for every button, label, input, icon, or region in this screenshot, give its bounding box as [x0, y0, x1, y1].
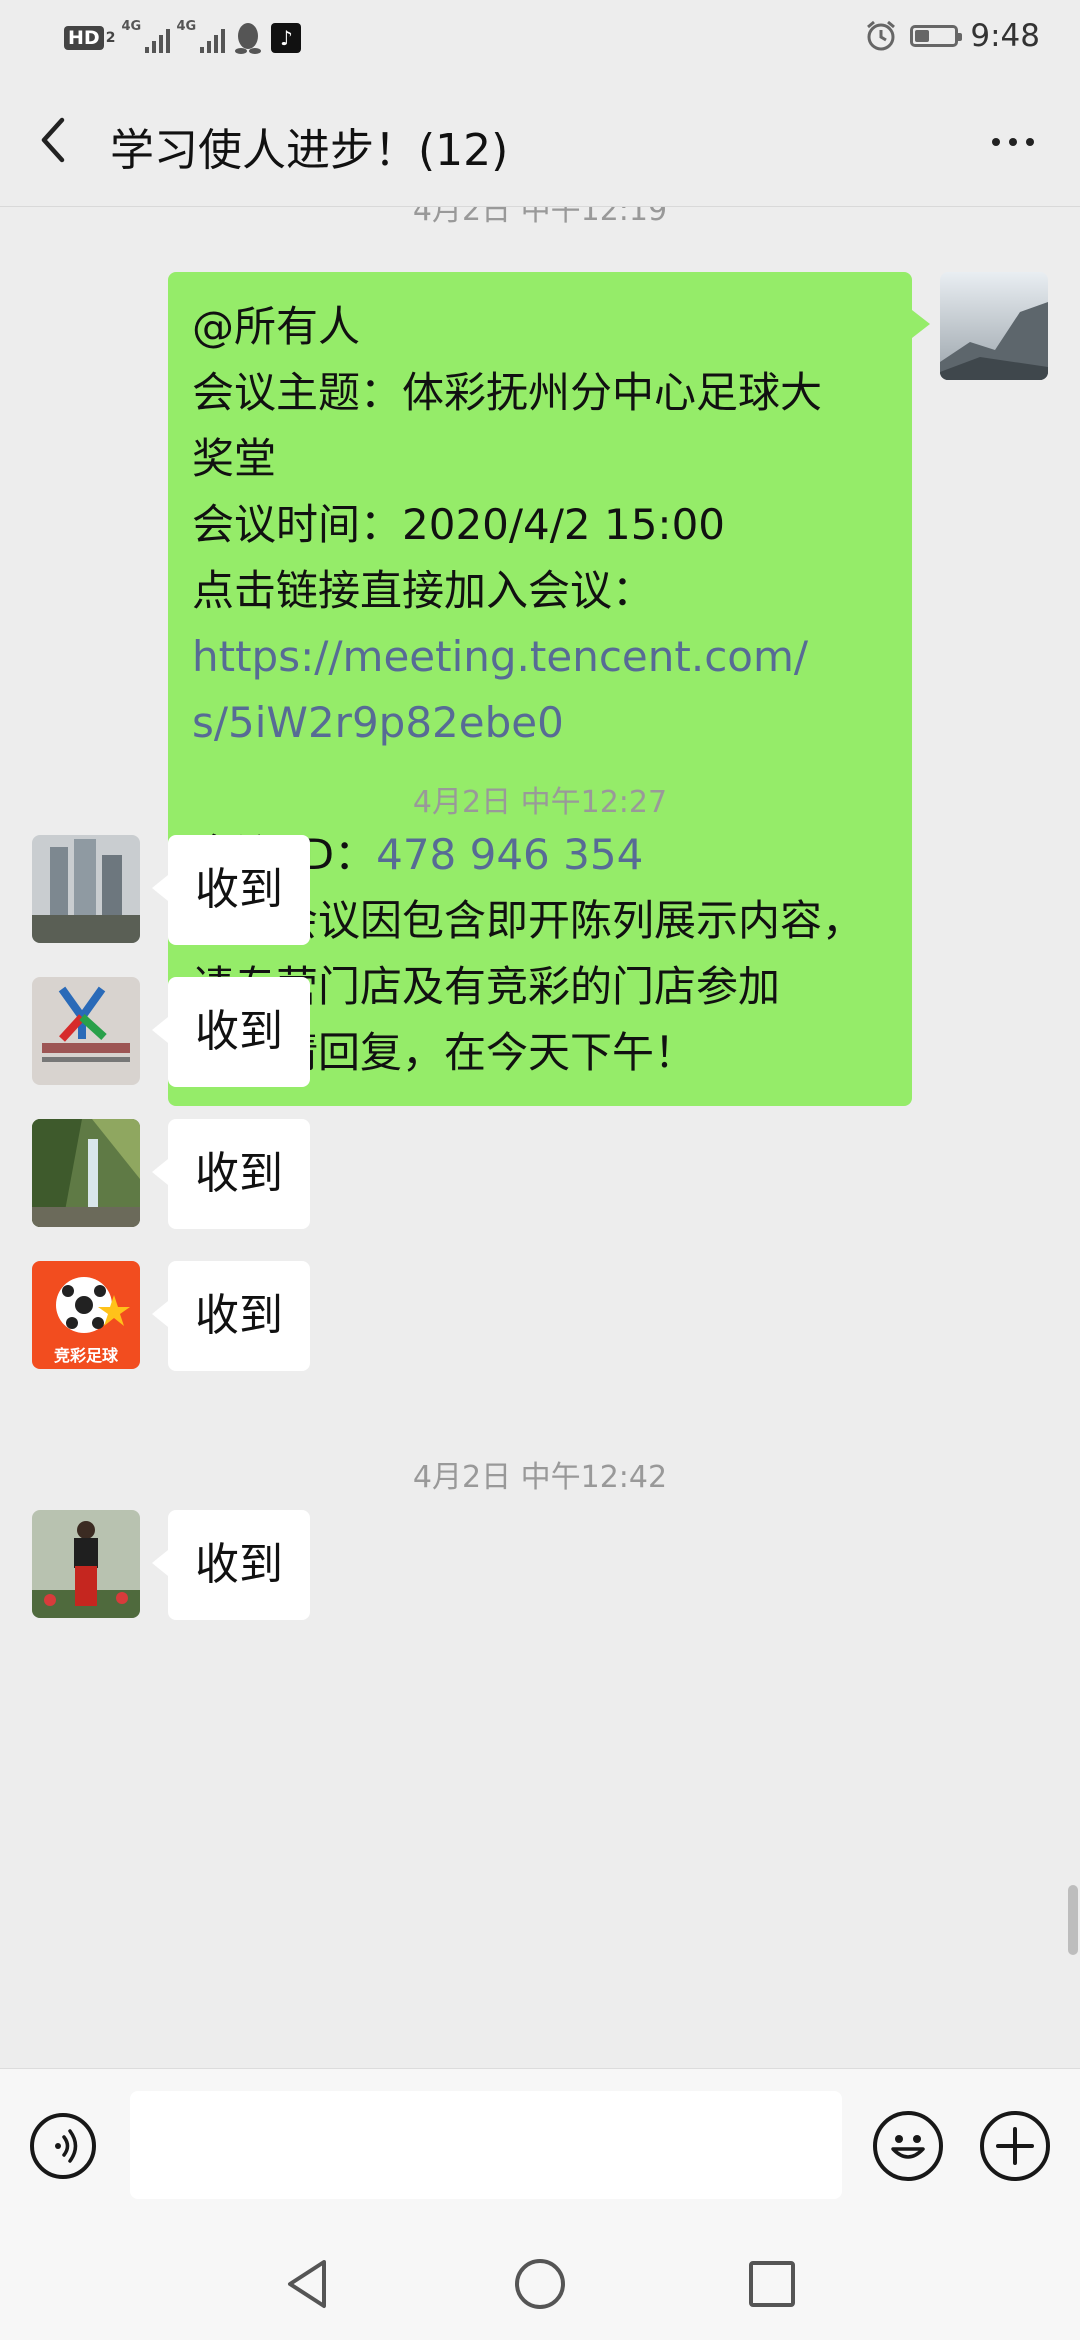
alarm-icon — [867, 20, 896, 51]
scrollbar[interactable] — [1068, 1885, 1078, 1955]
more-dots-icon[interactable] — [978, 112, 1048, 172]
battery-icon — [910, 25, 963, 47]
avatar-member-3[interactable] — [32, 1119, 140, 1227]
message-line: 点击链接直接加入会议： — [192, 566, 655, 615]
signal-icon-2: 4G — [176, 19, 226, 53]
input-bar — [0, 2068, 1080, 2221]
emoji-icon[interactable] — [873, 2111, 943, 2181]
reply-bubble[interactable]: 收到 — [152, 1261, 310, 1371]
avatar-member-4[interactable]: 竞彩足球 — [32, 1261, 140, 1369]
signal-2-label: 4G — [176, 19, 197, 34]
system-navigation-bar — [0, 2220, 1080, 2340]
voice-icon[interactable] — [30, 2113, 96, 2179]
reply-bubble[interactable]: 收到 — [152, 977, 310, 1087]
chat-title: 学习使人进步！(12) — [110, 125, 509, 176]
nav-back-icon[interactable] — [280, 2256, 336, 2312]
message-line: 会议时间：2020/4/2 15:00 — [192, 500, 726, 549]
tiktok-icon: ♪ — [271, 23, 302, 53]
clock: 9:48 — [970, 18, 1040, 54]
chat-header: 学习使人进步！(12) — [0, 74, 1080, 207]
avatar-member-1[interactable] — [32, 835, 140, 943]
avatar-member-5[interactable] — [32, 1510, 140, 1618]
reply-bubble[interactable]: 收到 — [152, 1510, 310, 1620]
message-line: 会议主题：体彩抚州分中心足球大 — [192, 368, 823, 417]
status-icons-left: HD 2 4G 4G ♪ — [64, 18, 302, 58]
timestamp-partial: 4月2日 中午12:19 — [412, 207, 668, 228]
avatar-logo-label: 竞彩足球 — [54, 1346, 119, 1365]
timestamp: 4月2日 中午12:27 — [412, 785, 668, 820]
message-line: @所有人 — [192, 302, 361, 351]
reply-bubble[interactable]: 收到 — [152, 1119, 310, 1229]
meeting-id-value[interactable]: 478 946 354 — [376, 830, 643, 879]
message-list[interactable]: 4月2日 中午12:19 @所有人 会议主题：体彩抚州分中心足球大 奖堂 会议时… — [0, 207, 1080, 2067]
hd-indicator: HD 2 — [64, 26, 115, 50]
timestamp: 4月2日 中午12:42 — [412, 1460, 668, 1495]
reply-bubble[interactable]: 收到 — [152, 835, 310, 945]
qq-penguin-icon — [235, 23, 262, 54]
message-line: 奖堂 — [192, 434, 277, 483]
meeting-link-continued[interactable]: s/5iW2r9p82ebe0 — [192, 690, 888, 756]
signal-icon-1: 4G — [121, 19, 171, 53]
hd-sub-label: 2 — [105, 30, 116, 46]
status-bar: HD 2 4G 4G ♪ 9:48 — [0, 0, 1080, 74]
avatar-member-2[interactable] — [32, 977, 140, 1085]
chevron-left-icon[interactable] — [30, 110, 82, 170]
nav-recents-icon[interactable] — [744, 2256, 800, 2312]
plus-icon[interactable] — [980, 2111, 1050, 2181]
message-input[interactable] — [130, 2091, 842, 2199]
signal-1-label: 4G — [121, 19, 142, 34]
nav-home-icon[interactable] — [512, 2256, 568, 2312]
hd-label: HD — [64, 26, 104, 50]
meeting-link[interactable]: https://meeting.tencent.com/ — [192, 624, 888, 690]
status-icons-right: 9:48 — [864, 16, 1040, 56]
avatar-self[interactable] — [940, 272, 1048, 380]
